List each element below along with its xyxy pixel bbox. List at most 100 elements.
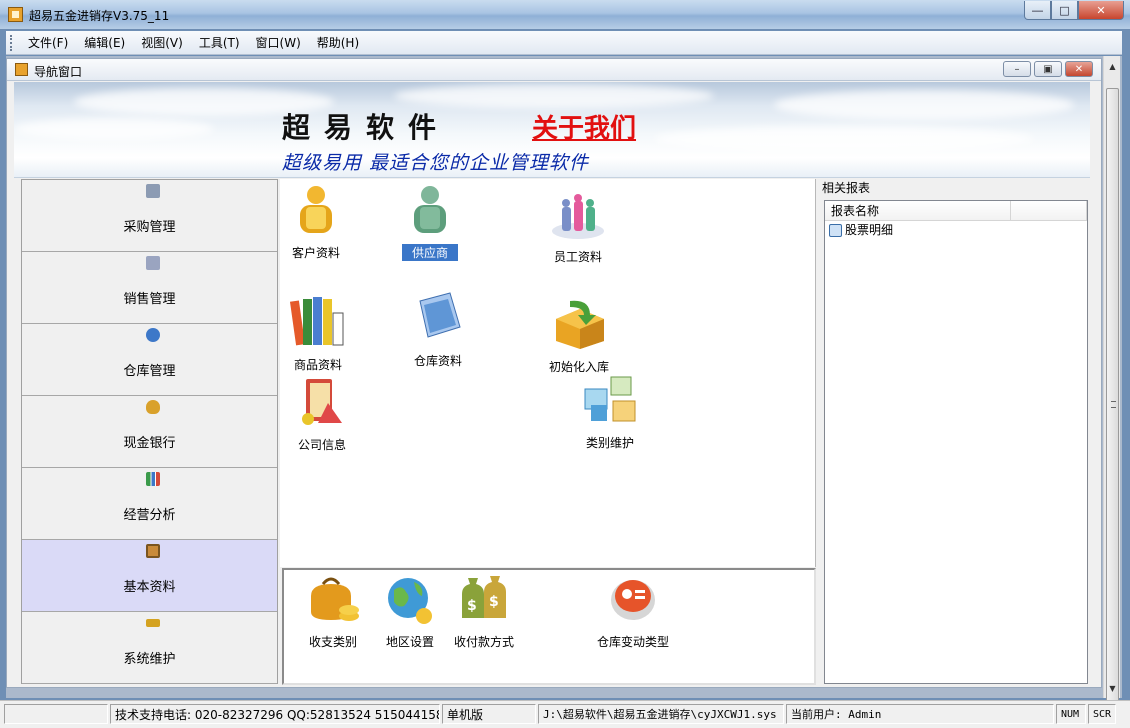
column-header-report-name[interactable]: 报表名称 — [825, 201, 1011, 221]
menu-help[interactable]: 帮助(H) — [309, 32, 367, 54]
scroll-down-icon[interactable]: ▼ — [1104, 680, 1121, 697]
maximize-icon: □ — [1059, 3, 1070, 17]
tile-category[interactable]: 类别维护 — [580, 375, 640, 451]
child-close-button[interactable]: ✕ — [1065, 61, 1093, 77]
minimize-icon: ― — [1032, 3, 1043, 17]
tile-initial-stock[interactable]: 初始化入库 — [546, 297, 612, 375]
column-header-empty[interactable] — [1011, 201, 1087, 221]
tile-label: 收付款方式 — [453, 635, 514, 649]
tile-label: 地区设置 — [385, 635, 434, 649]
supplier-icon — [414, 186, 446, 233]
navigation-window-titlebar[interactable]: 导航窗口 – ▣ ✕ — [7, 59, 1101, 81]
tile-label: 客户资料 — [291, 246, 340, 260]
menu-view[interactable]: 视图(V) — [133, 32, 191, 54]
navigation-window-title: 导航窗口 — [34, 65, 83, 79]
key-icon — [146, 619, 160, 627]
globe-icon — [388, 578, 432, 624]
document-icon — [419, 292, 461, 338]
reports-list[interactable]: 报表名称 股票明细 — [824, 200, 1088, 684]
tile-staff[interactable]: 员工资料 — [548, 193, 608, 265]
money-bag-icon — [146, 400, 160, 414]
sidebar-item-cash-bank[interactable]: 现金银行 — [22, 396, 277, 468]
warehouse-icon — [146, 328, 160, 342]
tile-payment-method[interactable]: $ $ 收付款方式 — [448, 572, 520, 650]
sidebar-item-system[interactable]: 系统维护 — [22, 612, 277, 684]
sidebar-item-label: 仓库管理 — [123, 364, 176, 379]
disc-icon — [611, 580, 655, 620]
menu-tools[interactable]: 工具(T) — [191, 32, 248, 54]
sidebar-item-warehouse[interactable]: 仓库管理 — [22, 324, 277, 396]
sidebar-item-label: 采购管理 — [123, 220, 176, 235]
svg-text:$: $ — [467, 598, 477, 614]
menu-window[interactable]: 窗口(W) — [248, 32, 309, 54]
sidebar-item-purchase[interactable]: 采购管理 — [22, 180, 277, 252]
menu-bar: 文件(F) 编辑(E) 视图(V) 工具(T) 窗口(W) 帮助(H) — [6, 31, 1122, 55]
navigation-window-icon — [15, 63, 28, 76]
sidebar-item-analysis[interactable]: 经营分析 — [22, 468, 277, 540]
folder-icon — [146, 544, 160, 558]
sidebar-item-label: 销售管理 — [123, 292, 176, 307]
tile-company-info[interactable]: 公司信息 — [294, 375, 350, 453]
chart-icon — [146, 472, 160, 486]
window-controls: ― □ ✕ — [1024, 1, 1124, 20]
close-icon: ✕ — [1074, 63, 1084, 75]
sidebar: 采购管理 销售管理 仓库管理 现金银行 经营分析 基本资料 系统维护 — [21, 179, 278, 684]
banner: 超易软件 关于我们 超级易用 最适合您的企业管理软件 — [14, 82, 1090, 178]
status-scrl: SCR — [1088, 704, 1116, 724]
about-us-link[interactable]: 关于我们 — [532, 108, 636, 145]
company-icon — [302, 379, 342, 425]
tile-warehouse-data[interactable]: 仓库资料 — [408, 291, 468, 369]
sidebar-item-basic-data[interactable]: 基本资料 — [22, 540, 277, 612]
report-icon — [829, 223, 842, 237]
child-restore-button[interactable]: ▣ — [1034, 61, 1062, 77]
tile-label: 类别维护 — [585, 436, 634, 450]
sidebar-item-sales[interactable]: 销售管理 — [22, 252, 277, 324]
tile-region[interactable]: 地区设置 — [382, 572, 438, 650]
slogan: 超级易用 最适合您的企业管理软件 — [282, 152, 590, 174]
restore-icon: ▣ — [1043, 63, 1053, 75]
books-icon — [289, 297, 344, 346]
vertical-scrollbar[interactable]: ▲ ▼ — [1103, 56, 1121, 714]
purse-icon — [311, 577, 359, 621]
menu-edit[interactable]: 编辑(E) — [76, 32, 133, 54]
close-icon: ✕ — [1096, 3, 1106, 17]
status-bar: 技术支持电话: 020-82327296 QQ:52813524 5150441… — [0, 700, 1130, 728]
close-button[interactable]: ✕ — [1078, 1, 1124, 20]
status-user: 当前用户: Admin — [786, 704, 1054, 724]
cart-icon — [146, 184, 160, 198]
function-panel: 客户资料 供应商 员工资料 商品资料 仓库资料 初始化入库 公司信息 类别维护 — [280, 179, 816, 567]
report-row-label: 股票明细 — [845, 223, 894, 237]
sidebar-item-label: 系统维护 — [123, 652, 176, 667]
customer-icon — [300, 186, 332, 233]
sidebar-item-label: 现金银行 — [123, 436, 176, 451]
tile-stock-change-type[interactable]: 仓库变动类型 — [590, 572, 676, 650]
related-reports-panel: 相关报表 报表名称 股票明细 — [818, 179, 1090, 687]
child-minimize-button[interactable]: – — [1003, 61, 1031, 77]
cart-icon — [146, 256, 160, 270]
status-support: 技术支持电话: 020-82327296 QQ:52813524 5150441… — [110, 704, 440, 724]
menu-grip[interactable] — [10, 34, 14, 51]
tile-products[interactable]: 商品资料 — [288, 293, 348, 373]
scroll-up-icon[interactable]: ▲ — [1104, 58, 1121, 75]
category-icon — [584, 376, 636, 422]
report-row[interactable]: 股票明细 — [825, 221, 1087, 239]
maximize-button[interactable]: □ — [1051, 1, 1078, 20]
menu-file[interactable]: 文件(F) — [20, 32, 76, 54]
minimize-button[interactable]: ― — [1024, 1, 1051, 20]
tile-supplier[interactable]: 供应商 — [402, 183, 458, 261]
app-icon — [8, 7, 23, 22]
window-title: 超易五金进销存V3.75_11 — [29, 9, 170, 23]
tile-customer[interactable]: 客户资料 — [288, 183, 344, 261]
tile-label: 商品资料 — [293, 358, 342, 372]
title-bar[interactable]: 超易五金进销存V3.75_11 ― □ ✕ — [0, 0, 1130, 30]
tile-income-expense[interactable]: 收支类别 — [304, 572, 362, 650]
sidebar-item-label: 经营分析 — [123, 508, 176, 523]
child-window-controls: – ▣ ✕ — [1003, 61, 1093, 77]
tile-label: 公司信息 — [297, 438, 346, 452]
scroll-thumb[interactable] — [1106, 88, 1119, 714]
tile-label: 仓库资料 — [413, 354, 462, 368]
box-icon — [556, 300, 604, 349]
tile-label: 初始化入库 — [548, 360, 609, 374]
svg-text:$: $ — [489, 594, 499, 610]
money-bags-icon: $ $ — [462, 576, 506, 618]
